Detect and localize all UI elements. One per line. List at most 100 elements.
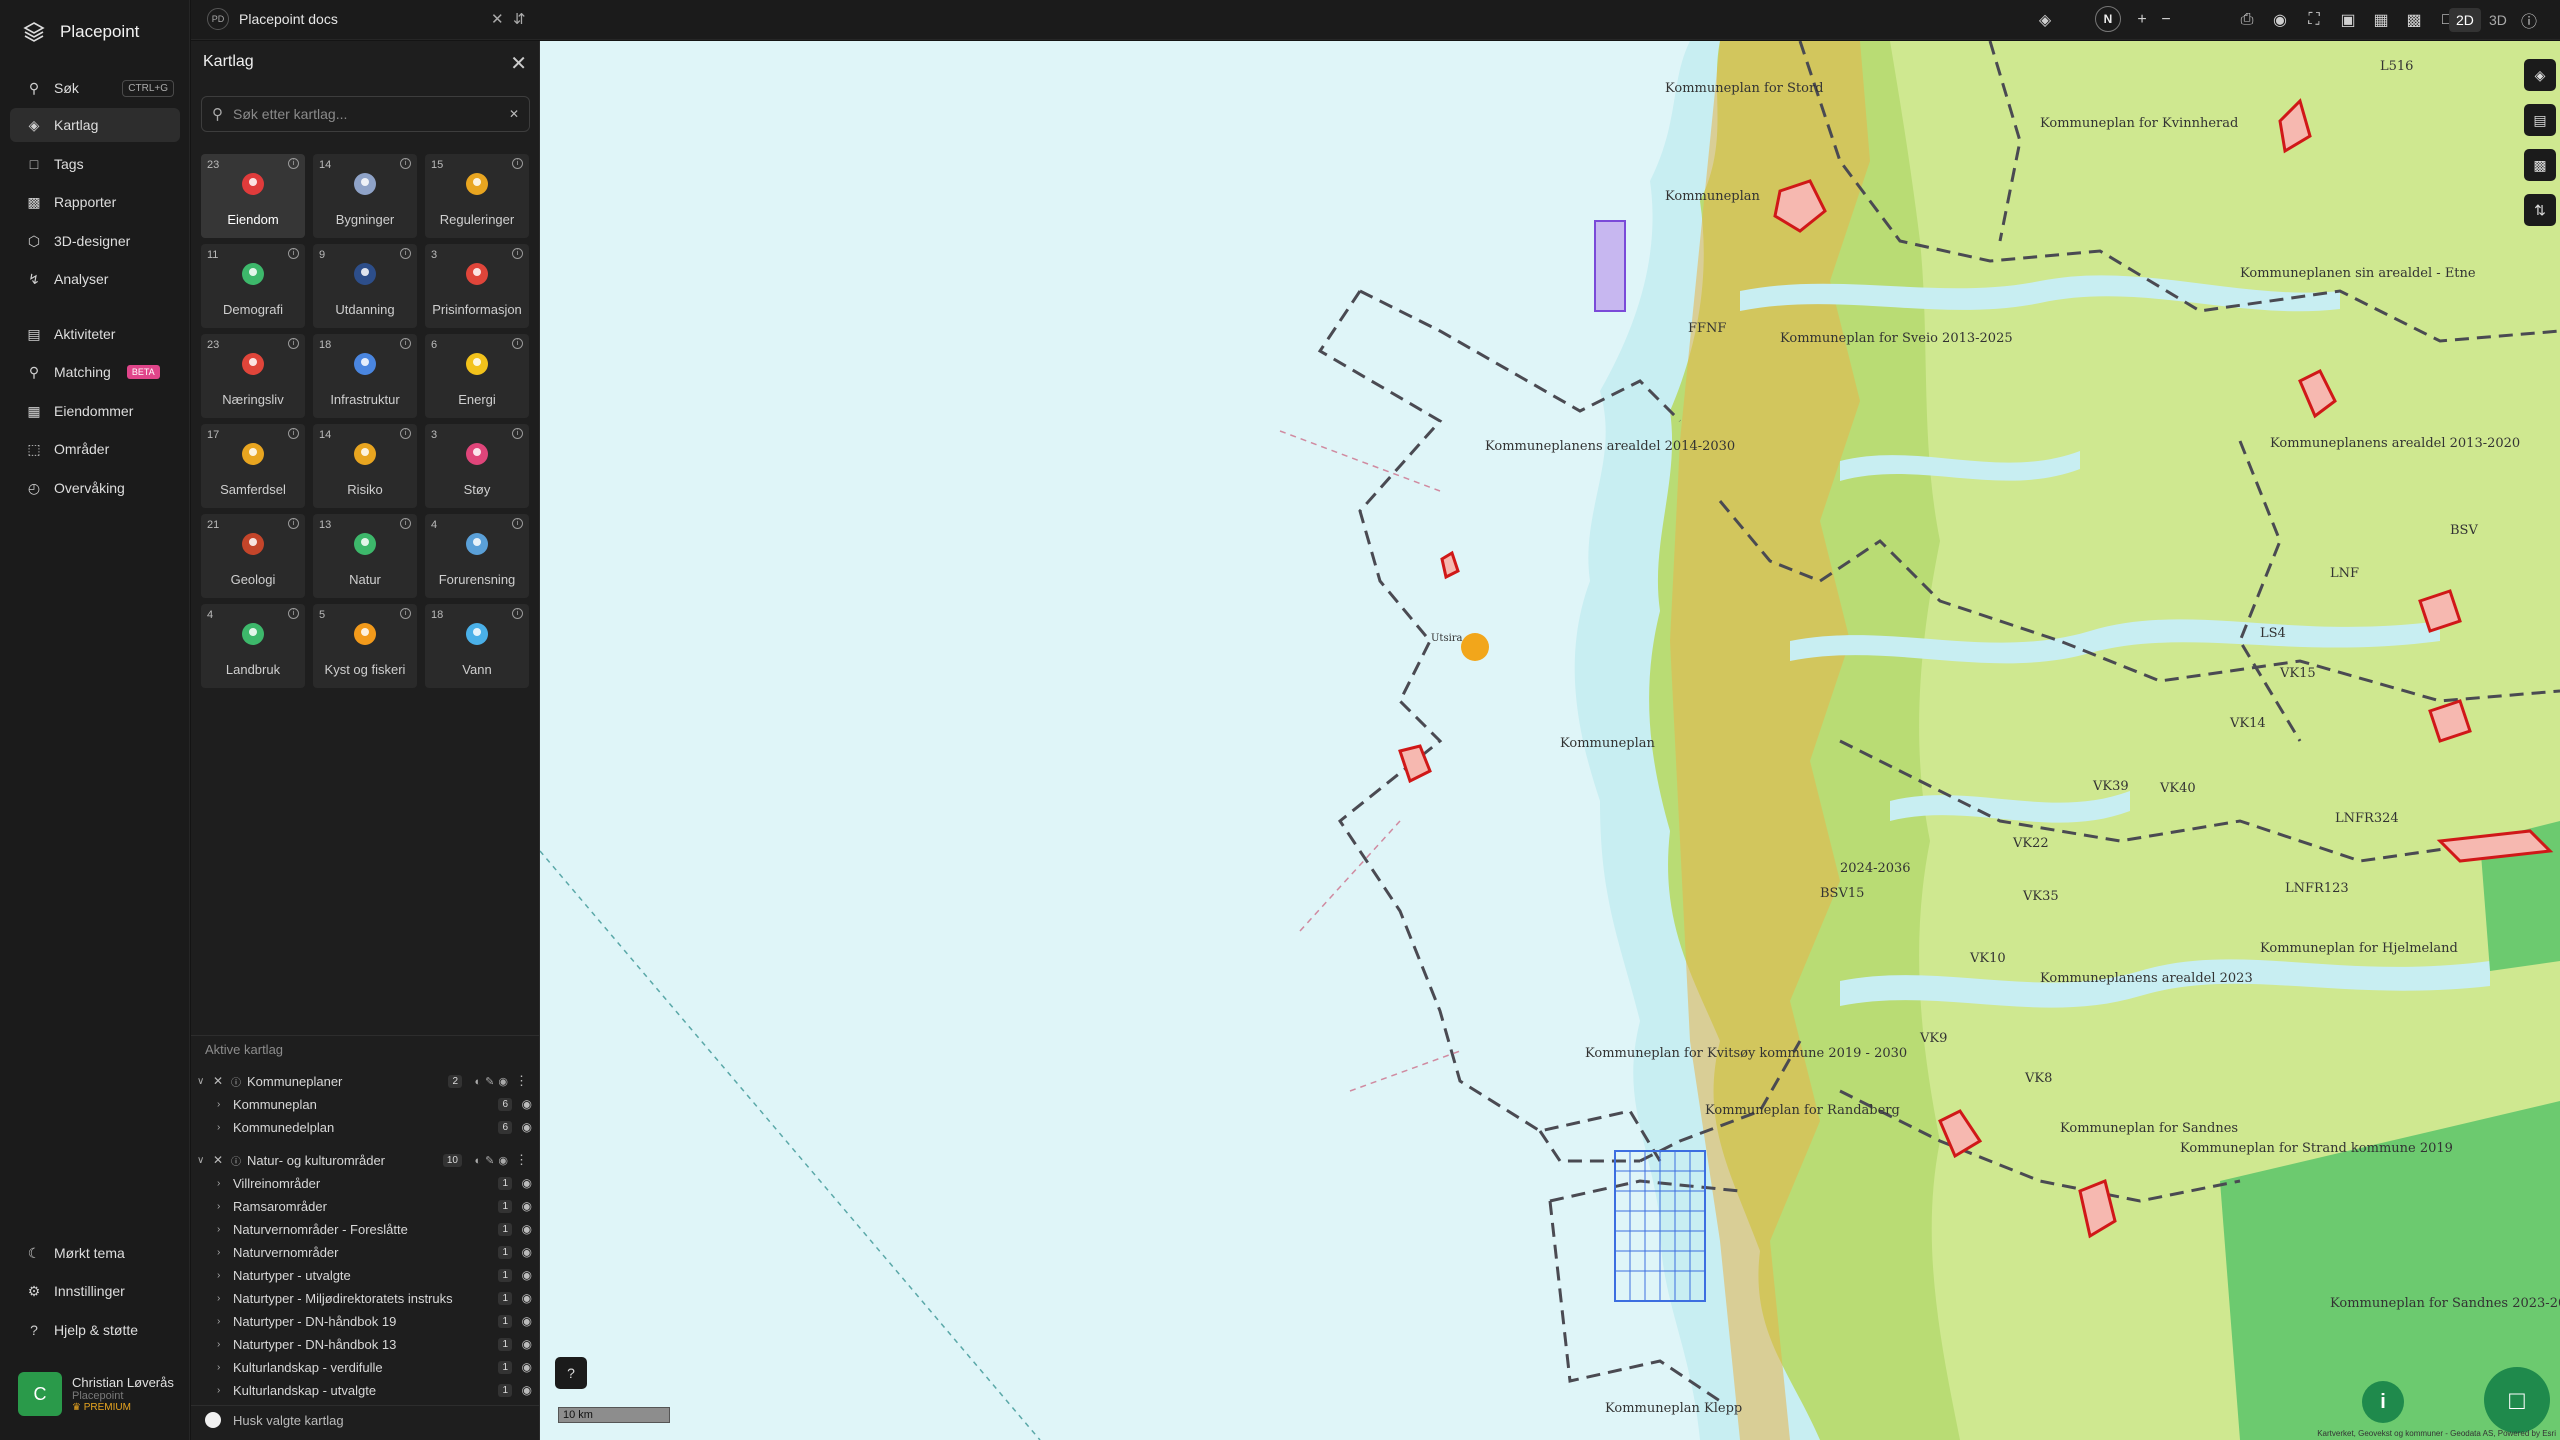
eye-icon[interactable]: ◉ — [522, 1097, 532, 1111]
info-icon[interactable]: i — [512, 338, 523, 349]
chevron-right-icon[interactable]: › — [217, 1178, 220, 1189]
nav-item-eiendommer[interactable]: ▦ Eiendommer — [10, 394, 180, 428]
info-icon[interactable]: i — [288, 338, 299, 349]
layer-group-row[interactable]: ∨ ✕ ⓘ Kommuneplaner 2 ◐✎◉ ⋮ — [191, 1070, 540, 1092]
nav-item-sok[interactable]: ⚲ Søk CTRL+G — [10, 71, 180, 105]
chevron-right-icon[interactable]: › — [217, 1270, 220, 1281]
chevron-right-icon[interactable]: › — [217, 1316, 220, 1327]
group-tools-icon[interactable]: ◐✎◉ — [475, 1154, 512, 1167]
layer-row[interactable]: › Naturtyper - DN-håndbok 13 1 ◉ — [191, 1333, 540, 1355]
info-button[interactable]: i — [2362, 1381, 2404, 1423]
chevron-right-icon[interactable]: › — [217, 1362, 220, 1373]
chevron-right-icon[interactable]: › — [217, 1099, 220, 1110]
info-icon[interactable]: i — [288, 158, 299, 169]
info-icon[interactable]: i — [288, 428, 299, 439]
eye-icon[interactable]: ◉ — [522, 1337, 532, 1351]
layer-row[interactable]: › Naturvernområder - Foreslåtte 1 ◉ — [191, 1218, 540, 1240]
category-tile[interactable]: 3 i Prisinformasjon — [425, 244, 529, 328]
chart-icon[interactable]: ▩ — [2524, 149, 2556, 181]
info-icon[interactable]: ⓘ — [231, 1074, 241, 1089]
layer-row[interactable]: › Kulturlandskap - verdifulle 1 ◉ — [191, 1356, 540, 1378]
info-icon[interactable]: i — [400, 428, 411, 439]
nav-item-matching[interactable]: ⚲ Matching BETA — [10, 355, 180, 389]
info-icon[interactable]: i — [400, 248, 411, 259]
info-icon[interactable]: i — [400, 338, 411, 349]
info-icon[interactable]: i — [512, 248, 523, 259]
measure-icon[interactable]: ▤ — [2524, 104, 2556, 136]
more-icon[interactable]: ⋮ — [515, 1152, 528, 1168]
eye-icon[interactable]: ◉ — [522, 1314, 532, 1328]
eye-icon[interactable]: ◉ — [522, 1360, 532, 1374]
nav-item-kartlag[interactable]: ◈ Kartlag — [10, 108, 180, 142]
layer-row[interactable]: › Naturtyper - Miljødirektoratets instruk… — [191, 1287, 540, 1309]
chevron-right-icon[interactable]: › — [217, 1385, 220, 1396]
basemap-icon[interactable]: ▩ — [2402, 8, 2426, 32]
category-tile[interactable]: 11 i Demografi — [201, 244, 305, 328]
info-icon[interactable]: ⓘ — [2517, 8, 2541, 32]
close-icon[interactable]: ✕ — [510, 51, 527, 76]
layer-row[interactable]: › Kommuneplan 6 ◉ — [191, 1093, 540, 1115]
category-tile[interactable]: 9 i Utdanning — [313, 244, 417, 328]
info-icon[interactable]: i — [288, 608, 299, 619]
layer-row[interactable]: › Naturvernområder 1 ◉ — [191, 1241, 540, 1263]
layer-toggle-icon[interactable]: ◈ — [2524, 59, 2556, 91]
chat-button[interactable]: □ — [2484, 1367, 2550, 1433]
category-tile[interactable]: 6 i Energi — [425, 334, 529, 418]
remove-icon[interactable]: ✕ — [213, 1153, 223, 1167]
category-tile[interactable]: 13 i Natur — [313, 514, 417, 598]
info-icon[interactable]: ⓘ — [231, 1153, 241, 1168]
layer-row[interactable]: › Kulturlandskap - utvalgte 1 ◉ — [191, 1379, 540, 1401]
nav-item-aktiviteter[interactable]: ▤ Aktiviteter — [10, 317, 180, 351]
chevron-right-icon[interactable]: › — [217, 1201, 220, 1212]
eye-icon[interactable]: ◉ — [522, 1120, 532, 1134]
layer-row[interactable]: › Naturtyper - utvalgte 1 ◉ — [191, 1264, 540, 1286]
nav-item-rapporter[interactable]: ▩ Rapporter — [10, 185, 180, 219]
nav-item-help[interactable]: ? Hjelp & støtte — [10, 1313, 180, 1347]
eye-icon[interactable]: ◉ — [522, 1199, 532, 1213]
category-tile[interactable]: 4 i Landbruk — [201, 604, 305, 688]
user-profile[interactable]: C Christian Løverås Placepoint ♛ PREMIUM — [18, 1372, 174, 1416]
category-tile[interactable]: 21 i Geologi — [201, 514, 305, 598]
chevron-right-icon[interactable]: › — [217, 1293, 220, 1304]
nav-item-dark-theme[interactable]: ☾ Mørkt tema — [10, 1236, 180, 1270]
category-tile[interactable]: 5 i Kyst og fiskeri — [313, 604, 417, 688]
layer-row[interactable]: › Naturtyper - DN-håndbok 19 1 ◉ — [191, 1310, 540, 1332]
eye-icon[interactable]: ◉ — [522, 1222, 532, 1236]
mode-2d-button[interactable]: 2D — [2449, 8, 2481, 32]
category-tile[interactable]: 3 i Støy — [425, 424, 529, 508]
category-tile[interactable]: 23 i Næringsliv — [201, 334, 305, 418]
category-tile[interactable]: 15 i Reguleringer — [425, 154, 529, 238]
remove-icon[interactable]: ✕ — [213, 1074, 223, 1088]
remember-layers-toggle-row[interactable]: Husk valgte kartlag — [205, 1412, 344, 1428]
more-icon[interactable]: ⋮ — [515, 1073, 528, 1089]
category-tile[interactable]: 18 i Infrastruktur — [313, 334, 417, 418]
info-icon[interactable]: i — [400, 518, 411, 529]
layer-search-input[interactable] — [233, 106, 499, 122]
category-tile[interactable]: 18 i Vann — [425, 604, 529, 688]
nav-item-settings[interactable]: ⚙ Innstillinger — [10, 1274, 180, 1308]
info-icon[interactable]: i — [512, 158, 523, 169]
eye-icon[interactable]: ◉ — [522, 1268, 532, 1282]
zoom-in-icon[interactable]: + — [2130, 8, 2154, 32]
grid-icon[interactable]: ▦ — [2369, 8, 2393, 32]
map-canvas[interactable] — [540, 41, 2560, 1440]
layer-row[interactable]: › Ramsarområder 1 ◉ — [191, 1195, 540, 1217]
document-selector[interactable]: PD Placepoint docs — [207, 8, 338, 30]
mode-3d-button[interactable]: 3D — [2482, 8, 2514, 32]
info-icon[interactable]: i — [288, 518, 299, 529]
info-icon[interactable]: i — [512, 608, 523, 619]
category-tile[interactable]: 14 i Risiko — [313, 424, 417, 508]
layer-group-row[interactable]: ∨ ✕ ⓘ Natur- og kulturområder 10 ◐✎◉ ⋮ — [191, 1149, 540, 1171]
info-icon[interactable]: i — [288, 248, 299, 259]
eye-icon[interactable]: ◉ — [522, 1291, 532, 1305]
chevron-right-icon[interactable]: › — [217, 1247, 220, 1258]
remember-toggle[interactable] — [205, 1412, 221, 1428]
filter-icon[interactable]: ⇅ — [2524, 194, 2556, 226]
print-icon[interactable]: ⎙ — [2235, 8, 2259, 32]
zoom-out-icon[interactable]: − — [2154, 8, 2178, 32]
eye-icon[interactable]: ◉ — [522, 1245, 532, 1259]
fullscreen-icon[interactable]: ⛶ — [2302, 8, 2326, 32]
category-tile[interactable]: 23 i Eiendom — [201, 154, 305, 238]
chevron-right-icon[interactable]: › — [217, 1339, 220, 1350]
chevron-updown-icon[interactable]: ⇵ — [513, 10, 526, 28]
